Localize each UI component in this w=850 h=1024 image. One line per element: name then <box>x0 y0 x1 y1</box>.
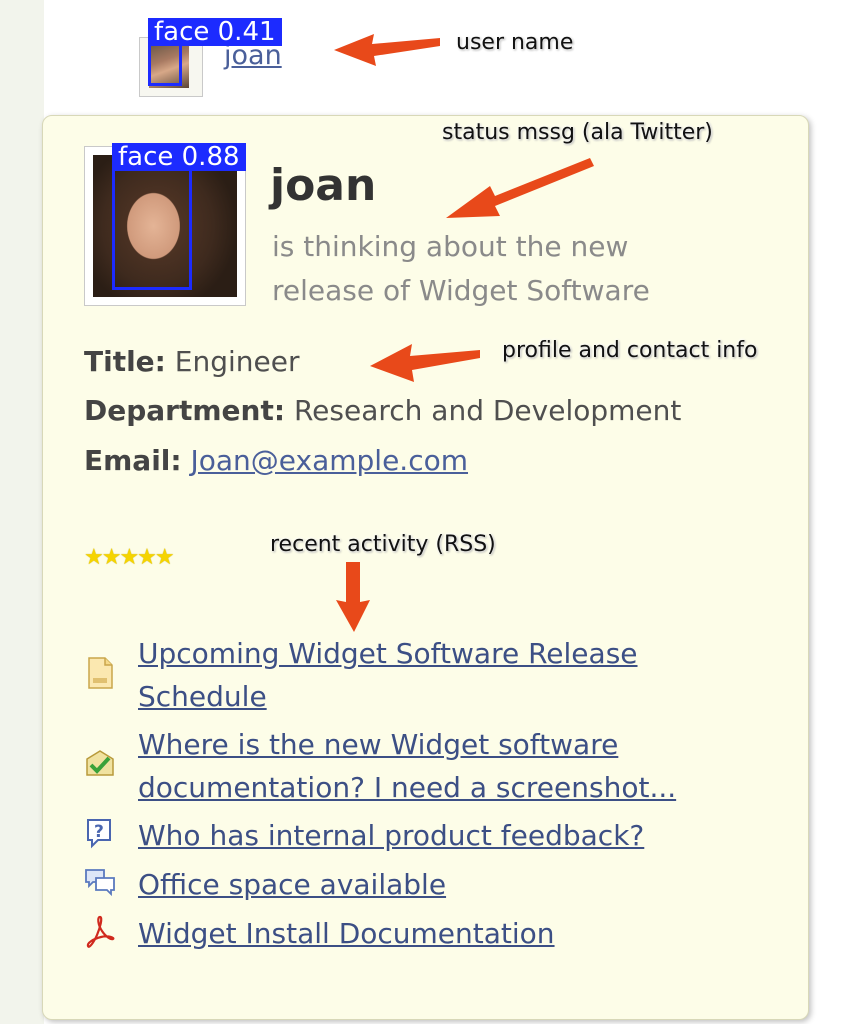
department-label: Department: <box>84 394 286 427</box>
activity-item: Widget Install Documentation <box>84 912 764 956</box>
activity-item: Office space available <box>84 863 764 907</box>
svg-text:?: ? <box>94 822 104 842</box>
title-label: Title: <box>84 345 166 378</box>
activity-link-documentation[interactable]: Where is the new Widget software documen… <box>138 723 758 809</box>
document-icon <box>88 657 113 689</box>
pdf-icon <box>86 915 115 948</box>
callout-user-name: user name <box>456 30 574 55</box>
face-detection-label-large: face 0.88 <box>112 143 246 171</box>
callout-activity: recent activity (RSS) <box>270 532 496 557</box>
activity-item: ? Who has internal product feedback? <box>84 814 764 858</box>
left-margin-strip <box>0 0 44 1024</box>
arrow-user-name <box>334 34 440 66</box>
face-detection-box-large <box>112 168 192 290</box>
activity-link-office-space[interactable]: Office space available <box>138 863 758 906</box>
callout-status: status mssg (ala Twitter) <box>442 120 713 145</box>
callout-profile: profile and contact info <box>502 338 758 363</box>
status-message: is thinking about the new release of Wid… <box>272 230 650 307</box>
rating-stars: ★★★★★ <box>84 545 175 570</box>
email-row: Email: Joan@example.com <box>84 444 468 477</box>
activity-link-product-feedback[interactable]: Who has internal product feedback? <box>138 814 758 857</box>
department-row: Department: Research and Development <box>84 394 681 427</box>
profile-name: joan <box>270 160 377 211</box>
activity-item: Upcoming Widget Software Release Schedul… <box>84 632 764 722</box>
check-envelope-icon <box>86 750 114 776</box>
activity-link-release-schedule[interactable]: Upcoming Widget Software Release Schedul… <box>138 632 758 718</box>
email-link[interactable]: Joan@example.com <box>191 444 469 477</box>
activity-link-install-docs[interactable]: Widget Install Documentation <box>138 912 758 955</box>
face-detection-box-small <box>148 42 182 86</box>
title-row: Title: Engineer <box>84 345 299 378</box>
face-detection-label-small: face 0.41 <box>148 18 282 46</box>
department-value: Research and Development <box>293 394 682 427</box>
title-value: Engineer <box>174 345 300 378</box>
activity-item: Where is the new Widget software documen… <box>84 723 764 813</box>
question-icon: ? <box>87 819 111 849</box>
chat-bubbles-icon <box>85 869 115 897</box>
email-label: Email: <box>84 444 182 477</box>
